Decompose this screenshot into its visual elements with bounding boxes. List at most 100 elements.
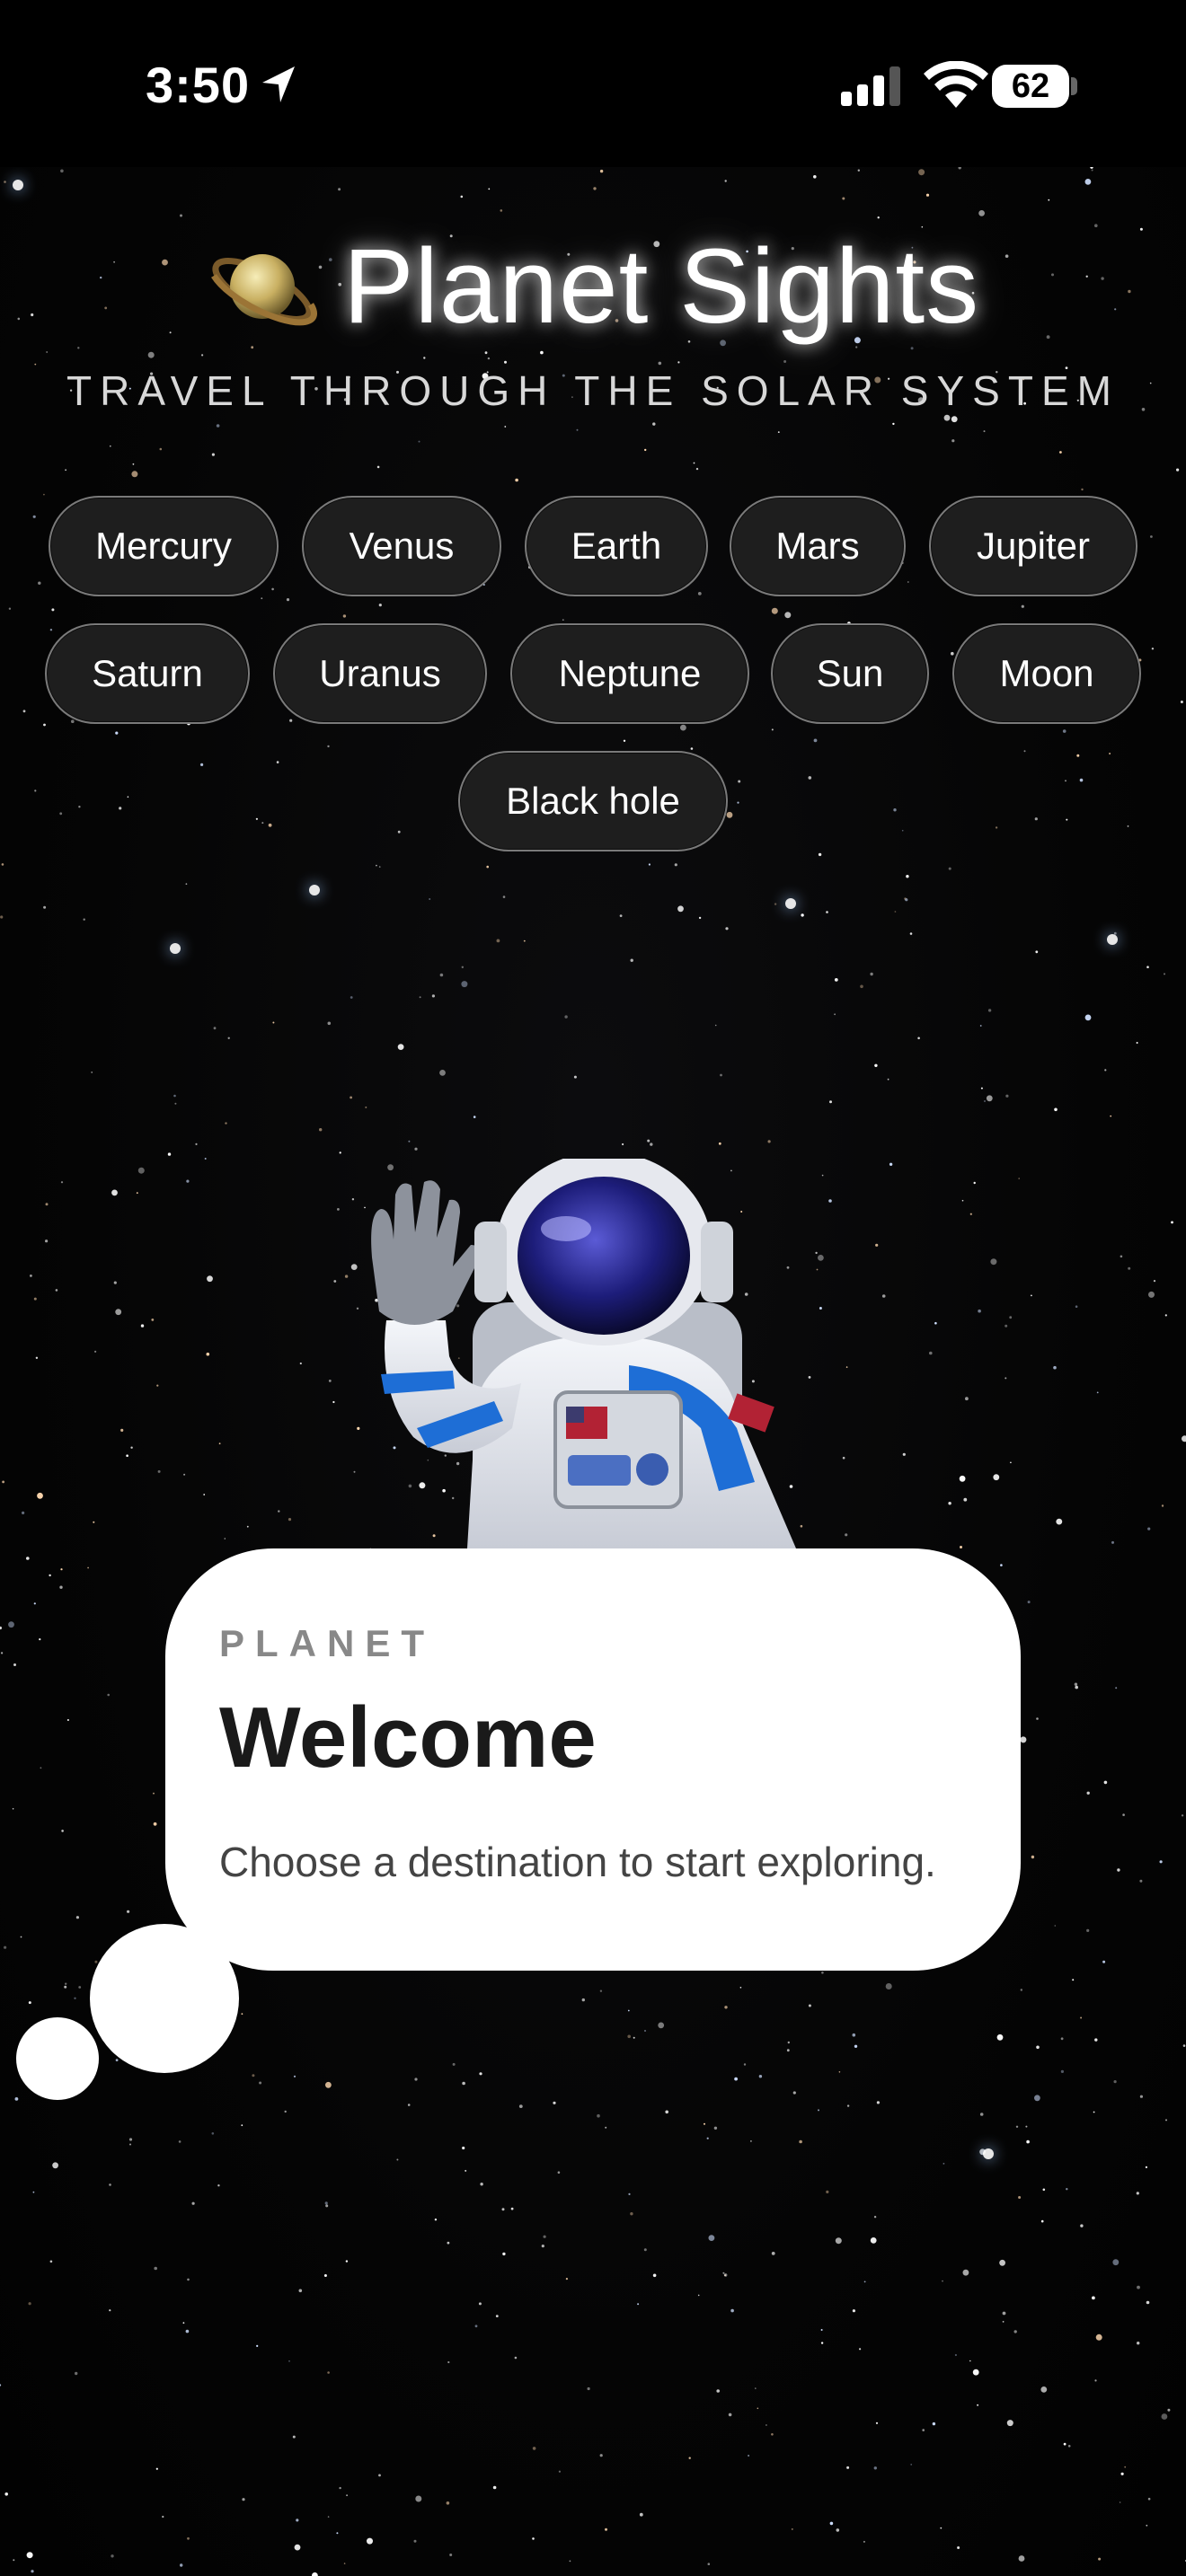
star bbox=[962, 2269, 969, 2276]
star bbox=[1137, 2342, 1140, 2345]
star bbox=[479, 2072, 482, 2076]
destination-chip-moon[interactable]: Moon bbox=[952, 623, 1141, 724]
star bbox=[186, 1179, 190, 1183]
star bbox=[725, 927, 729, 931]
star bbox=[486, 865, 489, 869]
star bbox=[748, 2455, 750, 2457]
star bbox=[515, 478, 518, 482]
star bbox=[227, 1037, 230, 1039]
star bbox=[31, 2570, 34, 2573]
star bbox=[1025, 2125, 1028, 2128]
star bbox=[1182, 1435, 1186, 1442]
star bbox=[929, 1351, 933, 1355]
star bbox=[1124, 2466, 1127, 2468]
star bbox=[217, 2184, 220, 2187]
star bbox=[1080, 2224, 1084, 2228]
star bbox=[963, 1497, 968, 1502]
star bbox=[1161, 2413, 1168, 2420]
star bbox=[722, 2272, 725, 2274]
destination-chip-venus[interactable]: Venus bbox=[302, 496, 501, 596]
star bbox=[140, 1324, 145, 1328]
star bbox=[1005, 1377, 1007, 1380]
bright-star bbox=[170, 943, 181, 954]
star bbox=[60, 1568, 63, 1571]
star bbox=[500, 209, 503, 212]
star bbox=[129, 2143, 131, 2146]
star bbox=[870, 2237, 877, 2244]
star bbox=[1094, 2038, 1098, 2042]
star bbox=[818, 852, 822, 857]
star bbox=[813, 175, 817, 179]
destination-chip-earth[interactable]: Earth bbox=[525, 496, 708, 596]
star bbox=[875, 1243, 879, 1247]
star bbox=[256, 2344, 259, 2347]
star bbox=[643, 2248, 647, 2252]
star bbox=[154, 2266, 157, 2271]
star bbox=[75, 1916, 79, 1919]
star bbox=[1067, 2445, 1071, 2448]
star bbox=[178, 2140, 181, 2143]
star bbox=[707, 2563, 711, 2565]
star bbox=[94, 1960, 98, 1963]
destination-chip-neptune[interactable]: Neptune bbox=[510, 623, 749, 724]
star bbox=[1146, 966, 1149, 968]
star bbox=[990, 1258, 997, 1266]
star bbox=[599, 1989, 603, 1992]
destination-chip-saturn[interactable]: Saturn bbox=[45, 623, 250, 724]
star bbox=[1137, 2285, 1140, 2289]
star bbox=[690, 747, 694, 750]
star bbox=[174, 1102, 177, 1105]
star bbox=[501, 2208, 505, 2211]
star bbox=[452, 2062, 456, 2066]
star bbox=[852, 2033, 856, 2037]
star bbox=[708, 2235, 715, 2242]
star bbox=[2, 1480, 4, 1484]
destination-chip-mercury[interactable]: Mercury bbox=[49, 496, 279, 596]
star bbox=[771, 728, 774, 731]
star bbox=[1035, 950, 1039, 954]
star bbox=[627, 2034, 631, 2039]
star bbox=[43, 723, 46, 727]
star bbox=[407, 2104, 411, 2106]
star bbox=[986, 1095, 993, 1102]
star bbox=[1167, 2408, 1171, 2412]
star bbox=[1080, 2016, 1083, 2019]
star bbox=[767, 1140, 771, 1143]
star bbox=[0, 1652, 4, 1654]
star bbox=[726, 811, 733, 818]
star bbox=[510, 2207, 514, 2210]
destination-chip-jupiter[interactable]: Jupiter bbox=[929, 496, 1137, 596]
star bbox=[1091, 169, 1093, 172]
star bbox=[723, 2273, 728, 2277]
star bbox=[59, 1585, 63, 1589]
star bbox=[1120, 1255, 1123, 1258]
star bbox=[1146, 2524, 1148, 2527]
star bbox=[356, 1307, 359, 1310]
star bbox=[553, 2101, 556, 2104]
star bbox=[1150, 535, 1153, 538]
star bbox=[336, 2532, 339, 2535]
star bbox=[78, 806, 81, 808]
star bbox=[1084, 1014, 1092, 1021]
star bbox=[954, 2353, 957, 2357]
destination-chip-mars[interactable]: Mars bbox=[730, 496, 906, 596]
destination-chip-uranus[interactable]: Uranus bbox=[273, 623, 487, 724]
star bbox=[502, 2252, 506, 2256]
astronaut-illustration bbox=[371, 1159, 796, 1548]
star bbox=[1021, 604, 1024, 608]
star bbox=[842, 1456, 845, 1460]
star bbox=[677, 361, 680, 364]
bright-star bbox=[983, 2148, 994, 2159]
star bbox=[115, 2059, 119, 2062]
star bbox=[1128, 1266, 1131, 1270]
star bbox=[45, 1239, 49, 1243]
bright-star bbox=[13, 180, 23, 190]
destination-chip-sun[interactable]: Sun bbox=[771, 623, 929, 724]
star bbox=[737, 801, 739, 804]
star bbox=[1086, 1928, 1090, 1932]
star bbox=[465, 2169, 467, 2172]
star bbox=[821, 1972, 824, 1974]
destination-chip-black-hole[interactable]: Black hole bbox=[458, 751, 728, 851]
star bbox=[1034, 817, 1038, 821]
star bbox=[961, 1199, 964, 1202]
